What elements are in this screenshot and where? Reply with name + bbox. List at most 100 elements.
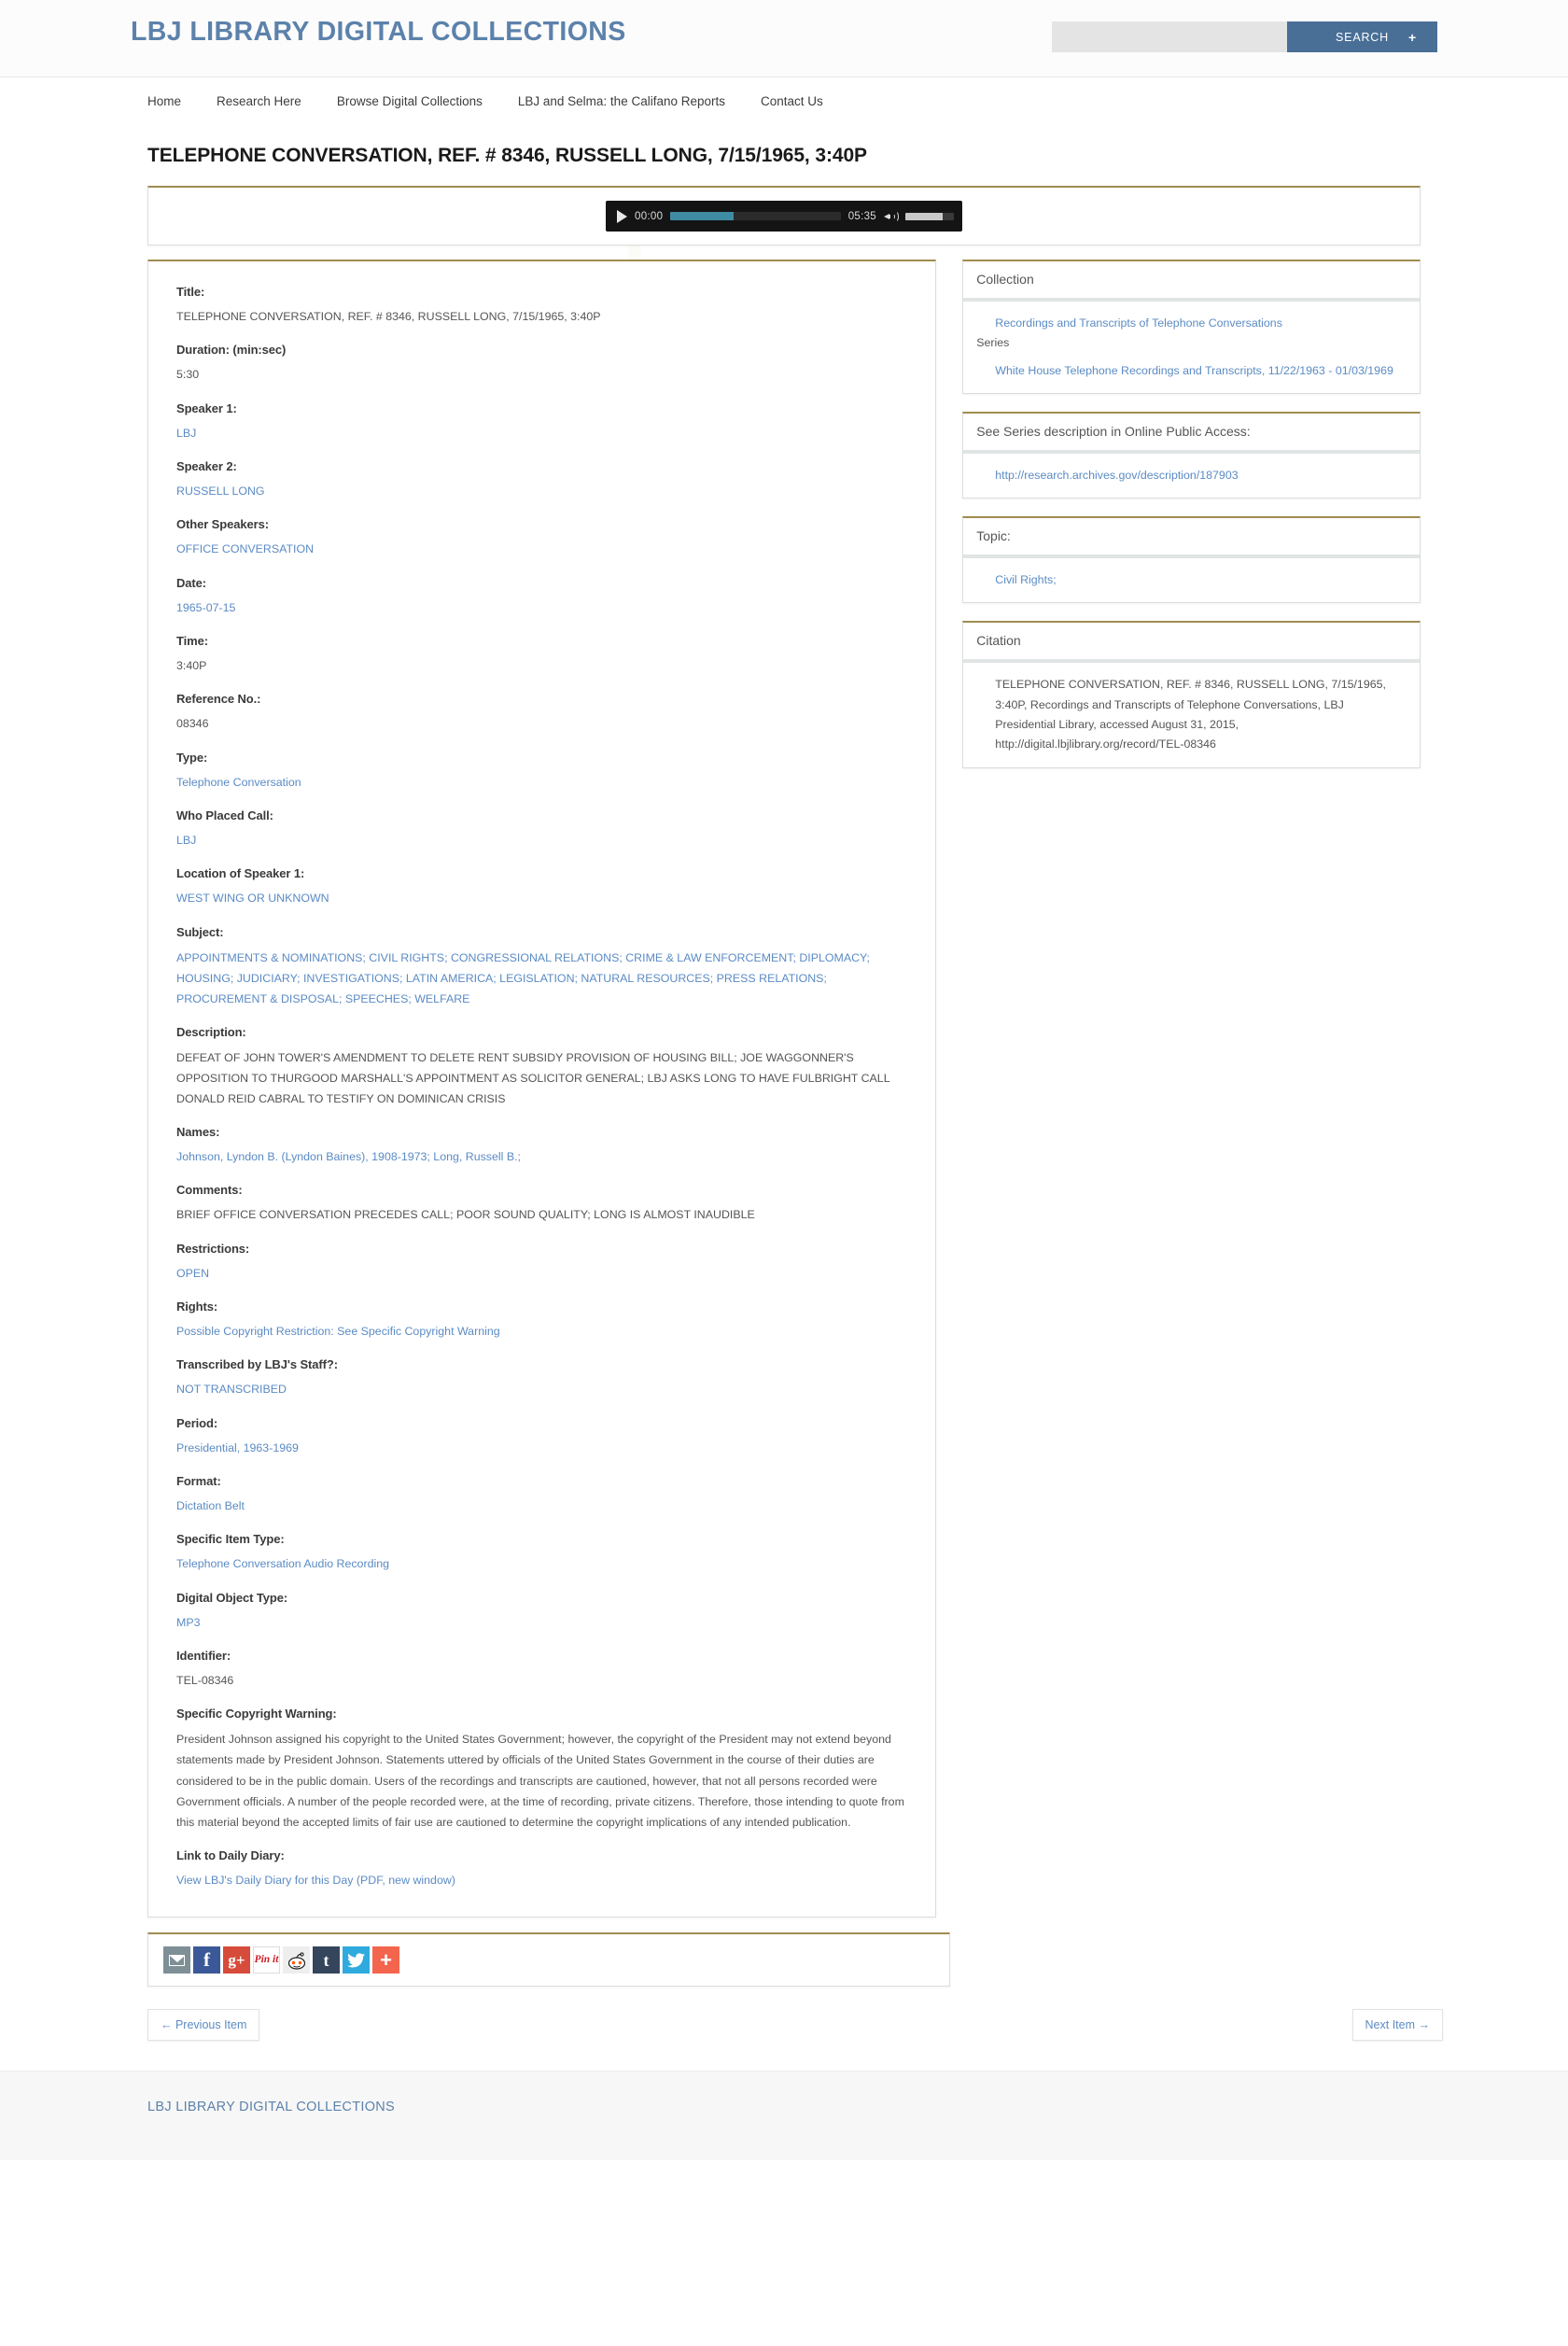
metadata-field: Location of Speaker 1: WEST WING OR UNKNO… (176, 866, 907, 908)
previous-item-button[interactable]: ← Previous Item (147, 2009, 260, 2042)
field-label: Transcribed by LBJ's Staff?: (176, 1357, 338, 1372)
field-value-link[interactable]: Johnson, Lyndon B. (Lyndon Baines), 1908… (176, 1147, 907, 1167)
metadata-field: Rights: Possible Copyright Restriction: S… (176, 1299, 907, 1342)
field-label: Link to Daily Diary: (176, 1847, 285, 1862)
google-plus-share-icon[interactable]: g+ (223, 1946, 250, 1974)
tumblr-share-icon[interactable]: t (313, 1946, 340, 1974)
field-value: BRIEF OFFICE CONVERSATION PRECEDES CALL;… (176, 1208, 755, 1222)
field-value: TELEPHONE CONVERSATION, REF. # 8346, RUS… (176, 310, 601, 323)
addthis-share-icon[interactable]: + (372, 1946, 399, 1974)
search-button[interactable]: SEARCH + (1287, 21, 1437, 52)
field-value: President Johnson assigned his copyright… (176, 1733, 904, 1829)
field-value-link[interactable]: Presidential, 1963-1969 (176, 1439, 907, 1458)
social-share-bar: f g+ Pin it t + (147, 1932, 950, 1988)
field-label: Subject: (176, 924, 224, 939)
field-value-link[interactable]: MP3 (176, 1613, 907, 1633)
facebook-share-icon[interactable]: f (193, 1946, 220, 1974)
metadata-field: Duration: (min:sec) 5:30 (176, 343, 907, 385)
field-label: Identifier: (176, 1649, 231, 1664)
field-value: 5:30 (176, 368, 200, 382)
opa-link[interactable]: http://research.archives.gov/description… (976, 466, 1238, 485)
collection-panel: Collection Recordings and Transcripts of… (962, 260, 1421, 395)
field-label: Description: (176, 1024, 246, 1039)
field-value-link[interactable]: NOT TRANSCRIBED (176, 1380, 907, 1399)
field-label: Location of Speaker 1: (176, 866, 305, 881)
metadata-field: Who Placed Call: LBJ (176, 808, 907, 850)
nav-item-home[interactable]: Home (147, 94, 181, 108)
advanced-search-plus-icon[interactable]: + (1408, 30, 1417, 45)
metadata-field: Format: Dictation Belt (176, 1474, 907, 1516)
volume-level-bar (905, 212, 943, 220)
topic-panel-heading: Topic: (963, 518, 1420, 559)
topic-panel: Topic: Civil Rights; (962, 516, 1421, 604)
current-time-label: 00:00 (635, 210, 664, 222)
collection-panel-heading: Collection (963, 261, 1420, 302)
field-value-link[interactable]: RUSSELL LONG (176, 482, 907, 501)
metadata-field: Comments: BRIEF OFFICE CONVERSATION PRECE… (176, 1183, 907, 1225)
nav-item-lbj-and-selma[interactable]: LBJ and Selma: the Califano Reports (518, 94, 725, 108)
field-value-link[interactable]: Telephone Conversation (176, 773, 907, 793)
nav-item-research-here[interactable]: Research Here (217, 94, 301, 108)
site-header: LBJ LIBRARY DIGITAL COLLECTIONS SEARCH + (0, 0, 1568, 77)
metadata-field: Description: DEFEAT OF JOHN TOWER'S AMEND… (176, 1025, 907, 1109)
field-value-link[interactable]: Possible Copyright Restriction: See Spec… (176, 1322, 907, 1342)
series-link[interactable]: White House Telephone Recordings and Tra… (976, 361, 1393, 380)
field-value-link[interactable]: Telephone Conversation Audio Recording (176, 1554, 907, 1574)
field-label: Speaker 1: (176, 400, 237, 415)
citation-text: TELEPHONE CONVERSATION, REF. # 8346, RUS… (995, 678, 1386, 751)
email-share-icon[interactable] (163, 1946, 190, 1974)
metadata-field: Reference No.: 08346 (176, 692, 907, 734)
metadata-field: Speaker 2: RUSSELL LONG (176, 459, 907, 501)
field-value-link[interactable]: LBJ (176, 831, 907, 850)
field-value-link[interactable]: 1965-07-15 (176, 598, 907, 618)
field-label: Digital Object Type: (176, 1590, 288, 1605)
field-label: Title: (176, 285, 205, 299)
volume-slider[interactable] (905, 212, 954, 220)
next-item-button[interactable]: Next Item → (1351, 2009, 1443, 2042)
play-icon[interactable] (617, 209, 627, 223)
nav-item-contact-us[interactable]: Contact Us (761, 94, 823, 108)
audio-player[interactable]: 00:00 05:35 (606, 201, 962, 232)
total-time-label: 05:35 (847, 210, 876, 222)
metadata-field: Specific Item Type: Telephone Conversatio… (176, 1532, 907, 1574)
series-sub-label: Series (976, 336, 1010, 350)
speaker-icon[interactable] (884, 210, 899, 223)
field-label: Duration: (min:sec) (176, 343, 287, 358)
field-label: Restrictions: (176, 1241, 250, 1256)
opa-panel: See Series description in Online Public … (962, 412, 1421, 499)
footer-site-title: LBJ LIBRARY DIGITAL COLLECTIONS (147, 2100, 396, 2115)
citation-panel-heading: Citation (963, 623, 1420, 664)
twitter-share-icon[interactable] (343, 1946, 370, 1974)
metadata-field: Time: 3:40P (176, 634, 907, 676)
field-label: Specific Copyright Warning: (176, 1707, 337, 1721)
field-value: DEFEAT OF JOHN TOWER'S AMENDMENT TO DELE… (176, 1050, 890, 1105)
audio-player-panel: 00:00 05:35 (147, 186, 1421, 246)
nav-item-browse-digital-collections[interactable]: Browse Digital Collections (337, 94, 483, 108)
site-logo-title[interactable]: LBJ LIBRARY DIGITAL COLLECTIONS (131, 17, 626, 48)
field-value-link[interactable]: View LBJ's Daily Diary for this Day (PDF… (176, 1871, 907, 1890)
search-input[interactable] (1052, 21, 1287, 52)
field-label: Rights: (176, 1299, 218, 1314)
field-value-link[interactable]: Dictation Belt (176, 1496, 907, 1516)
record-metadata-panel: Title: TELEPHONE CONVERSATION, REF. # 834… (147, 260, 937, 1918)
field-label: Speaker 2: (176, 458, 237, 473)
topic-link[interactable]: Civil Rights; (976, 570, 1056, 589)
site-footer: LBJ LIBRARY DIGITAL COLLECTIONS (0, 2071, 1568, 2161)
collection-link[interactable]: Recordings and Transcripts of Telephone … (976, 314, 1282, 332)
field-label: Comments: (176, 1183, 243, 1198)
field-value-link[interactable]: WEST WING OR UNKNOWN (176, 889, 907, 908)
field-value: 08346 (176, 717, 209, 731)
field-value-link[interactable]: OFFICE CONVERSATION (176, 540, 907, 559)
playback-progress-slider[interactable] (670, 212, 841, 220)
pinterest-share-icon[interactable]: Pin it (253, 1946, 280, 1974)
metadata-field: Restrictions: OPEN (176, 1242, 907, 1284)
metadata-field: Date: 1965-07-15 (176, 576, 907, 618)
field-label: Other Speakers: (176, 517, 269, 532)
pinterest-label: Pin it (254, 1953, 279, 1965)
field-value-link[interactable]: APPOINTMENTS & NOMINATIONS; CIVIL RIGHTS… (176, 948, 907, 1009)
field-value-link[interactable]: LBJ (176, 424, 907, 443)
field-label: Who Placed Call: (176, 808, 273, 822)
main-navigation: Home Research Here Browse Digital Collec… (131, 77, 1437, 124)
field-value-link[interactable]: OPEN (176, 1264, 907, 1284)
reddit-share-icon[interactable] (283, 1946, 310, 1974)
